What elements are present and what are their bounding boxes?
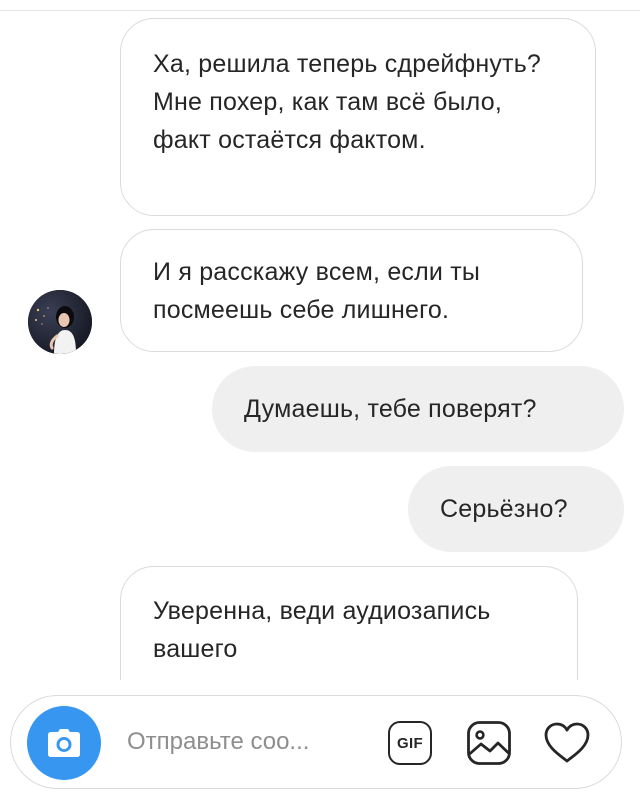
message-text: Думаешь, тебе поверят? — [244, 395, 537, 423]
message-text: И я расскажу всем, если ты посмеешь себе… — [153, 258, 481, 324]
heart-icon — [544, 722, 590, 763]
gif-label: GIF — [397, 734, 423, 752]
direct-chat-screen: Ха, решила теперь сдрейфнуть? Мне похер,… — [0, 0, 640, 806]
like-button[interactable] — [541, 717, 593, 769]
outgoing-message-bubble[interactable]: Думаешь, тебе поверят? — [212, 366, 624, 452]
gallery-button[interactable] — [463, 717, 515, 769]
message-text: Серьёзно? — [440, 495, 568, 523]
message-text: Уверенна, веди аудиозапись вашего — [153, 597, 491, 663]
message-composer: GIF — [10, 695, 622, 789]
incoming-message-bubble[interactable]: И я расскажу всем, если ты посмеешь себе… — [120, 229, 583, 352]
gif-icon: GIF — [388, 721, 432, 765]
incoming-message-bubble[interactable]: Ха, решила теперь сдрейфнуть? Мне похер,… — [120, 18, 596, 216]
sender-avatar[interactable] — [28, 290, 92, 354]
incoming-message-bubble[interactable]: Уверенна, веди аудиозапись вашего — [120, 566, 578, 680]
camera-icon — [48, 729, 80, 757]
message-text: Ха, решила теперь сдрейфнуть? Мне похер,… — [153, 50, 542, 154]
message-input[interactable] — [127, 721, 371, 763]
message-thread[interactable]: Ха, решила теперь сдрейфнуть? Мне похер,… — [0, 0, 640, 680]
avatar-photo-icon — [28, 290, 92, 354]
camera-button[interactable] — [27, 706, 101, 780]
gallery-icon — [467, 721, 511, 765]
gif-button[interactable]: GIF — [384, 717, 436, 769]
outgoing-message-bubble[interactable]: Серьёзно? — [408, 466, 624, 552]
